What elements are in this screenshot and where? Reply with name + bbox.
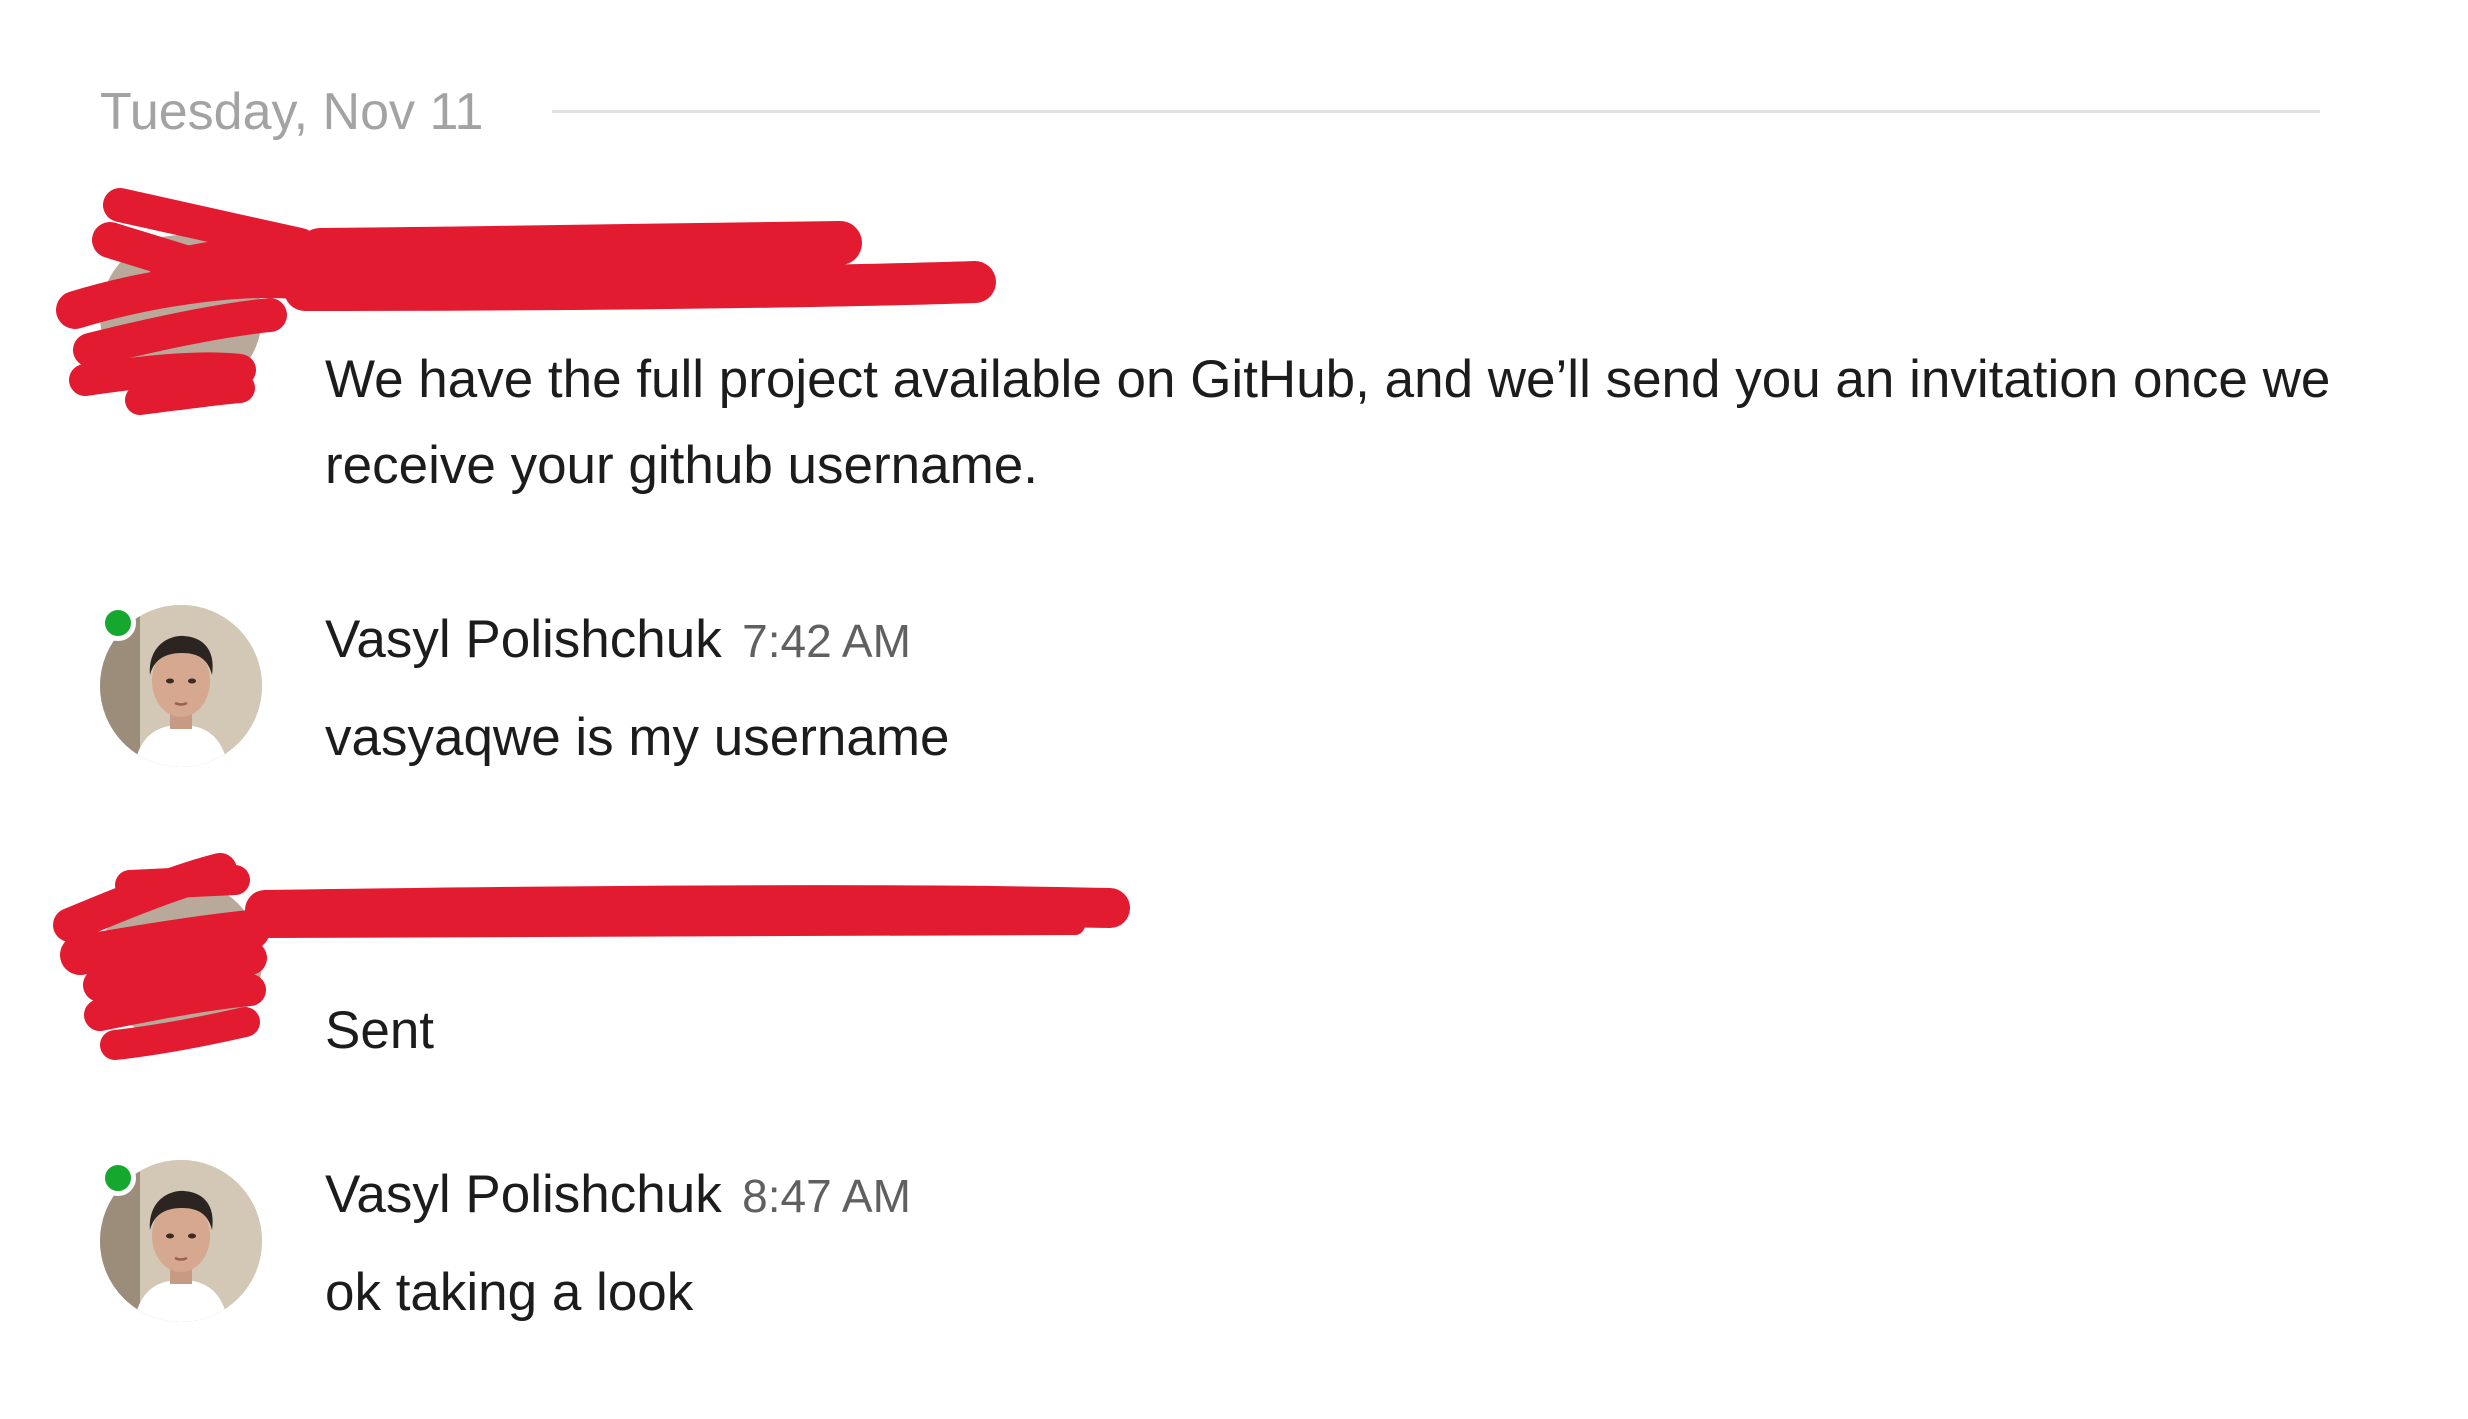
avatar-image — [100, 880, 262, 1042]
avatar[interactable] — [100, 1160, 262, 1322]
message-body: Vasyl Polishchuk 8:47 AM ok taking a loo… — [325, 1160, 2340, 1336]
message-item: Vasyl Polishchuk 7:42 AM vasyaqwe is my … — [100, 605, 2340, 775]
message-body: Sent — [325, 880, 2340, 1074]
message-header: Vasyl Polishchuk 7:42 AM — [325, 605, 2340, 675]
online-status-icon — [100, 1160, 136, 1196]
message-header — [325, 235, 2340, 295]
message-timestamp[interactable]: 8:47 AM — [742, 1170, 911, 1222]
avatar[interactable] — [100, 235, 262, 397]
message-text: vasyaqwe is my username — [325, 708, 950, 767]
sender-name[interactable]: Vasyl Polishchuk — [325, 610, 722, 669]
message-item: We have the full project available on Gi… — [100, 235, 2340, 525]
message-item: Vasyl Polishchuk 8:47 AM ok taking a loo… — [100, 1160, 2340, 1330]
message-body: Vasyl Polishchuk 7:42 AM vasyaqwe is my … — [325, 605, 2340, 781]
avatar[interactable] — [100, 880, 262, 1042]
sender-name[interactable]: Vasyl Polishchuk — [325, 1165, 722, 1224]
avatar[interactable] — [100, 605, 262, 767]
date-divider-label[interactable]: Tuesday, Nov 11 — [100, 80, 483, 144]
date-divider: Tuesday, Nov 11 — [100, 80, 2320, 144]
message-timestamp[interactable]: 7:42 AM — [742, 615, 911, 667]
date-divider-line — [552, 110, 2320, 113]
message-item: Sent — [100, 880, 2340, 1060]
online-status-icon — [100, 605, 136, 641]
message-header: Vasyl Polishchuk 8:47 AM — [325, 1160, 2340, 1230]
avatar-image — [100, 235, 262, 397]
message-text: ok taking a look — [325, 1263, 694, 1322]
message-text: Sent — [325, 1001, 435, 1060]
message-body: We have the full project available on Gi… — [325, 235, 2340, 509]
message-text: We have the full project available on Gi… — [325, 350, 2331, 495]
message-header — [325, 880, 2340, 944]
